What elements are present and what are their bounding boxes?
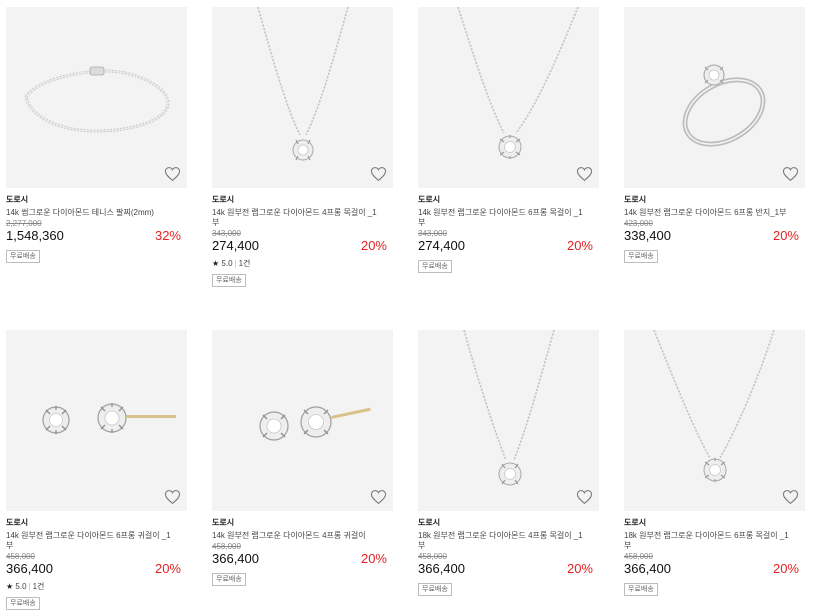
sale-price: 366,400 xyxy=(418,561,465,576)
solitaire-necklace-image xyxy=(457,7,579,159)
solitaire-necklace-image xyxy=(257,7,349,161)
product-image[interactable] xyxy=(6,330,187,511)
product-name[interactable]: 18k 원부전 랩그로운 다이아몬드 6프롱 목걸이 _1부 xyxy=(624,531,792,551)
product-name[interactable]: 14k 원부전 랩그로운 다이아몬드 4프롱 목걸이 _1부 xyxy=(212,208,380,228)
product-name[interactable]: 18k 원부전 랩그로운 다이아몬드 4프롱 목걸이 _1부 xyxy=(418,531,586,551)
product-card[interactable]: 도로시 14k 원부전 랩그로운 다이아몬드 6프롱 반지_1부 423,000… xyxy=(624,7,805,263)
original-price: 2,277,000 xyxy=(6,219,42,228)
stud-earrings-image xyxy=(259,406,371,441)
product-card[interactable]: 도로시 14k 원부전 랩그로운 다이아몬드 4프롱 귀걸이 458,000 3… xyxy=(212,330,393,586)
product-card[interactable]: 도로시 14k 원부전 랩그로운 다이아몬드 4프롱 목걸이 _1부 343,0… xyxy=(212,7,393,287)
discount-rate: 20% xyxy=(566,238,593,253)
original-price: 458,000 xyxy=(418,552,447,561)
brand-name: 도로시 xyxy=(6,195,29,204)
sale-price: 366,400 xyxy=(6,561,53,576)
solitaire-necklace-image xyxy=(653,330,775,482)
brand-name: 도로시 xyxy=(212,518,235,527)
star-icon: ★ xyxy=(6,582,14,591)
original-price: 458,000 xyxy=(6,552,35,561)
product-card[interactable]: 도로시 18k 원부전 랩그로운 다이아몬드 6프롱 목걸이 _1부 458,0… xyxy=(624,330,805,596)
original-price: 458,000 xyxy=(212,542,241,551)
brand-name: 도로시 xyxy=(624,518,647,527)
solitaire-ring-image xyxy=(682,64,766,147)
heart-icon[interactable] xyxy=(782,166,799,182)
product-image[interactable] xyxy=(624,7,805,188)
discount-rate: 20% xyxy=(772,228,799,243)
heart-icon[interactable] xyxy=(370,166,387,182)
discount-rate: 20% xyxy=(772,561,799,576)
rating-score: 5.0 xyxy=(221,259,233,268)
product-image[interactable] xyxy=(212,7,393,188)
product-name[interactable]: 14k 원부전 랩그로운 다이아몬드 6프롱 반지_1부 xyxy=(624,208,792,218)
discount-rate: 20% xyxy=(360,238,387,253)
free-shipping-badge: 무료배송 xyxy=(624,250,658,263)
sale-price: 274,400 xyxy=(418,238,465,253)
product-card[interactable]: 도로시 14k 원부전 랩그로운 다이아몬드 6프롱 귀걸이 _1부 458,0… xyxy=(6,330,187,610)
rating-score: 5.0 xyxy=(15,582,27,591)
free-shipping-badge: 무료배송 xyxy=(624,583,658,596)
product-name[interactable]: 14k 원부전 랩그로운 다이아몬드 6프롱 목걸이 _1부 xyxy=(418,208,586,228)
rating: ★ 5.0 | 1건 xyxy=(6,582,45,591)
product-name[interactable]: 14k 썸그로운 다이아몬드 테니스 팔찌(2mm) xyxy=(6,208,174,218)
sale-price: 366,400 xyxy=(624,561,671,576)
brand-name: 도로시 xyxy=(212,195,235,204)
product-name[interactable]: 14k 원부전 랩그로운 다이아몬드 4프롱 귀걸이 xyxy=(212,531,380,541)
tennis-bracelet-image xyxy=(24,66,170,133)
heart-icon[interactable] xyxy=(164,166,181,182)
star-icon: ★ xyxy=(212,259,220,268)
free-shipping-badge: 무료배송 xyxy=(212,573,246,586)
free-shipping-badge: 무료배송 xyxy=(418,260,452,273)
product-image[interactable] xyxy=(418,7,599,188)
heart-icon[interactable] xyxy=(576,489,593,505)
heart-icon[interactable] xyxy=(576,166,593,182)
free-shipping-badge: 무료배송 xyxy=(6,597,40,610)
solitaire-necklace-image xyxy=(463,330,555,486)
sale-price: 338,400 xyxy=(624,228,671,243)
original-price: 343,000 xyxy=(212,229,241,238)
discount-rate: 20% xyxy=(154,561,181,576)
free-shipping-badge: 무료배송 xyxy=(6,250,40,263)
discount-rate: 20% xyxy=(566,561,593,576)
product-image[interactable] xyxy=(418,330,599,511)
product-card[interactable]: 도로시 14k 원부전 랩그로운 다이아몬드 6프롱 목걸이 _1부 343,0… xyxy=(418,7,599,273)
product-card[interactable]: 도로시 18k 원부전 랩그로운 다이아몬드 4프롱 목걸이 _1부 458,0… xyxy=(418,330,599,596)
brand-name: 도로시 xyxy=(6,518,29,527)
brand-name: 도로시 xyxy=(418,518,441,527)
product-image[interactable] xyxy=(6,7,187,188)
review-count: 1건 xyxy=(32,582,45,591)
discount-rate: 32% xyxy=(154,228,181,243)
discount-rate: 20% xyxy=(360,551,387,566)
product-image[interactable] xyxy=(212,330,393,511)
stud-earrings-image xyxy=(42,403,176,434)
original-price: 343,000 xyxy=(418,229,447,238)
sale-price: 1,548,360 xyxy=(6,228,64,243)
heart-icon[interactable] xyxy=(164,489,181,505)
heart-icon[interactable] xyxy=(370,489,387,505)
original-price: 458,000 xyxy=(624,552,653,561)
product-card[interactable]: 도로시 14k 썸그로운 다이아몬드 테니스 팔찌(2mm) 2,277,000… xyxy=(6,7,187,263)
brand-name: 도로시 xyxy=(624,195,647,204)
brand-name: 도로시 xyxy=(418,195,441,204)
sale-price: 366,400 xyxy=(212,551,259,566)
original-price: 423,000 xyxy=(624,219,653,228)
review-count: 1건 xyxy=(238,259,251,268)
free-shipping-badge: 무료배송 xyxy=(418,583,452,596)
free-shipping-badge: 무료배송 xyxy=(212,274,246,287)
product-image[interactable] xyxy=(624,330,805,511)
heart-icon[interactable] xyxy=(782,489,799,505)
product-name[interactable]: 14k 원부전 랩그로운 다이아몬드 6프롱 귀걸이 _1부 xyxy=(6,531,174,551)
sale-price: 274,400 xyxy=(212,238,259,253)
rating: ★ 5.0 | 1건 xyxy=(212,259,251,268)
